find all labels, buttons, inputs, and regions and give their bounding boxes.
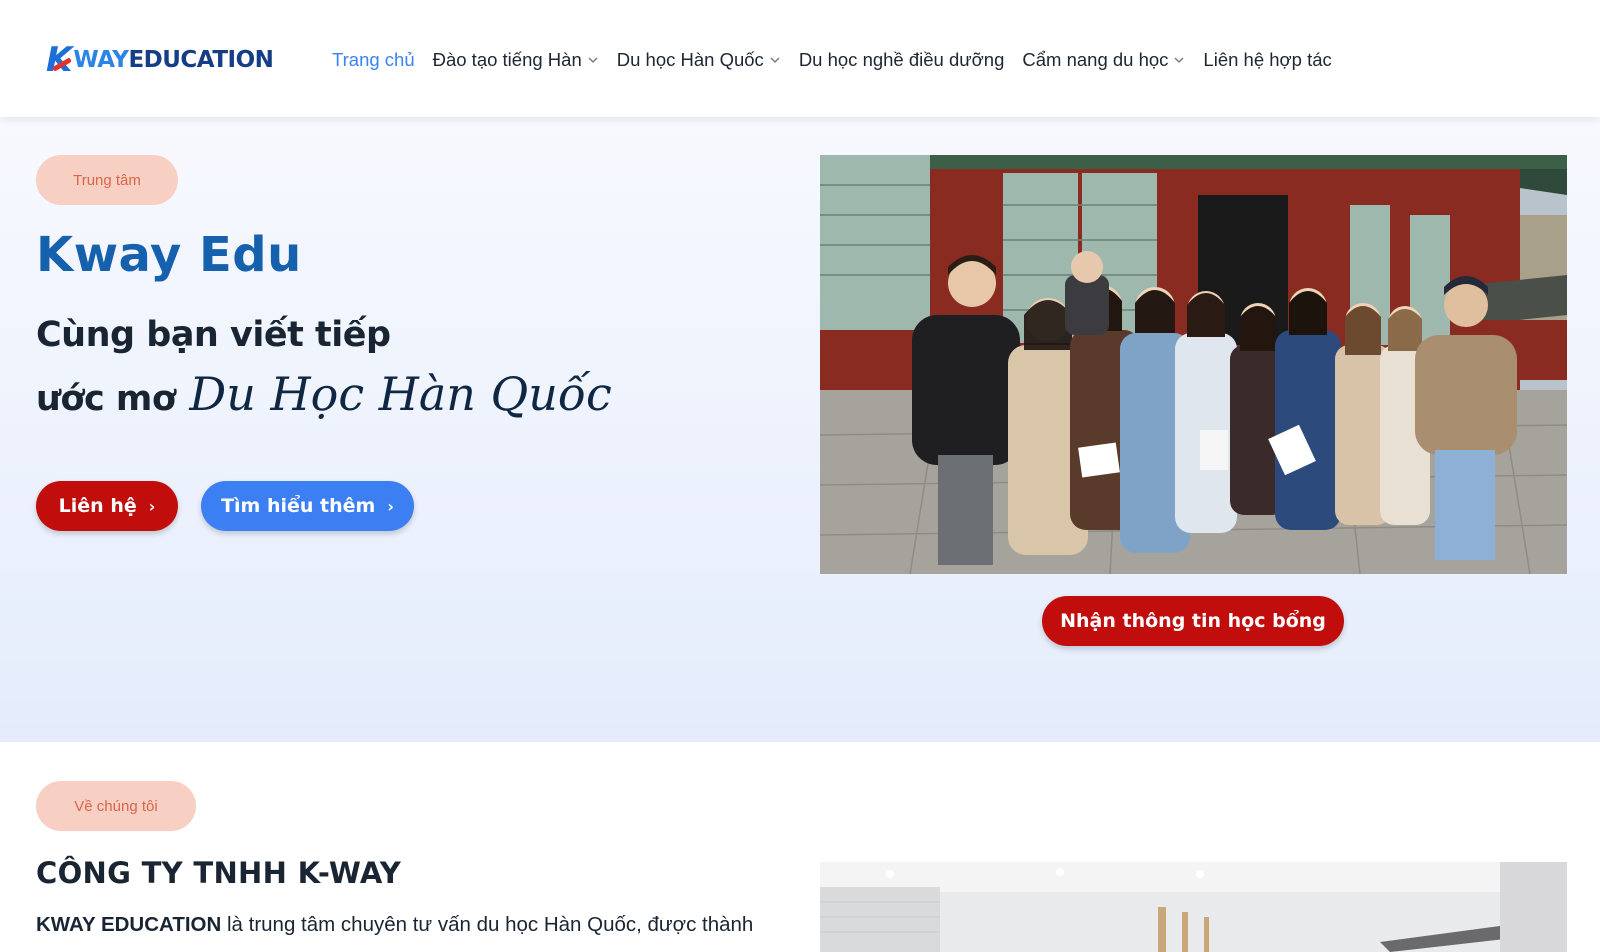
chevron-down-icon <box>588 57 598 63</box>
site-header: K WAY EDUCATION Trang chủ Đào tạo tiếng … <box>0 0 1600 117</box>
contact-button[interactable]: Liên hệ › <box>36 481 178 531</box>
learn-more-button-label: Tìm hiểu thêm <box>221 495 376 517</box>
nav-item-label: Du học nghề điều dưỡng <box>798 49 1005 70</box>
nav-item-partnership-contact[interactable]: Liên hệ hợp tác <box>1203 49 1331 71</box>
nav-item-korean-training[interactable]: Đào tạo tiếng Hàn <box>433 49 599 71</box>
nav-item-label: Trang chủ <box>332 49 415 70</box>
about-title: CÔNG TY TNHH K-WAY <box>36 856 402 890</box>
hero-badge: Trung tâm <box>36 155 178 205</box>
logo-k-letter: K <box>46 40 72 80</box>
nav-item-study-guide[interactable]: Cẩm nang du học <box>1022 49 1185 71</box>
chevron-right-icon: › <box>148 496 156 516</box>
office-photo <box>820 862 1567 952</box>
nav-item-nursing-study[interactable]: Du học nghề điều dưỡng <box>799 49 1005 71</box>
hero-tagline-line1: Cùng bạn viết tiếp <box>36 315 391 355</box>
scholarship-info-button-label: Nhận thông tin học bổng <box>1060 610 1326 632</box>
contact-button-label: Liên hệ <box>58 495 137 517</box>
office-photo-illustration <box>820 862 1567 952</box>
about-description: KWAY EDUCATION là trung tâm chuyên tư vấ… <box>36 913 753 937</box>
hero-title: Kway Edu <box>36 227 302 283</box>
scholarship-info-button[interactable]: Nhận thông tin học bổng <box>1042 596 1344 646</box>
nav-item-home[interactable]: Trang chủ <box>332 49 415 71</box>
hero-tagline-line2: ước mơ Du Học Hàn Quốc <box>36 367 612 421</box>
hero-section: Trung tâm Kway Edu Cùng bạn viết tiếp ướ… <box>0 117 1600 742</box>
chevron-down-icon <box>770 57 780 63</box>
nav-item-label: Đào tạo tiếng Hàn <box>432 49 582 70</box>
kway-education-logo[interactable]: K WAY EDUCATION <box>46 40 274 80</box>
nav-item-label: Cẩm nang du học <box>1022 49 1169 70</box>
about-description-brand: KWAY EDUCATION <box>36 913 222 936</box>
chevron-down-icon <box>1174 57 1184 63</box>
nav-item-label: Du học Hàn Quốc <box>616 49 764 70</box>
logo-way-text: WAY <box>73 47 129 73</box>
about-description-text: là trung tâm chuyên tư vấn du học Hàn Qu… <box>221 913 754 936</box>
about-badge: Về chúng tôi <box>36 781 196 831</box>
students-group-photo-illustration <box>820 155 1567 574</box>
main-nav: Trang chủ Đào tạo tiếng Hàn Du học Hàn Q… <box>332 46 1350 74</box>
chevron-right-icon: › <box>387 496 394 516</box>
nav-item-study-korea[interactable]: Du học Hàn Quốc <box>617 49 781 71</box>
learn-more-button[interactable]: Tìm hiểu thêm › <box>201 481 414 531</box>
logo-education-text: EDUCATION <box>128 47 274 73</box>
nav-item-label: Liên hệ hợp tác <box>1203 49 1332 70</box>
students-group-photo <box>820 155 1567 574</box>
hero-tagline-script: Du Học Hàn Quốc <box>189 367 612 421</box>
hero-tagline-plain: ước mơ <box>36 379 176 419</box>
